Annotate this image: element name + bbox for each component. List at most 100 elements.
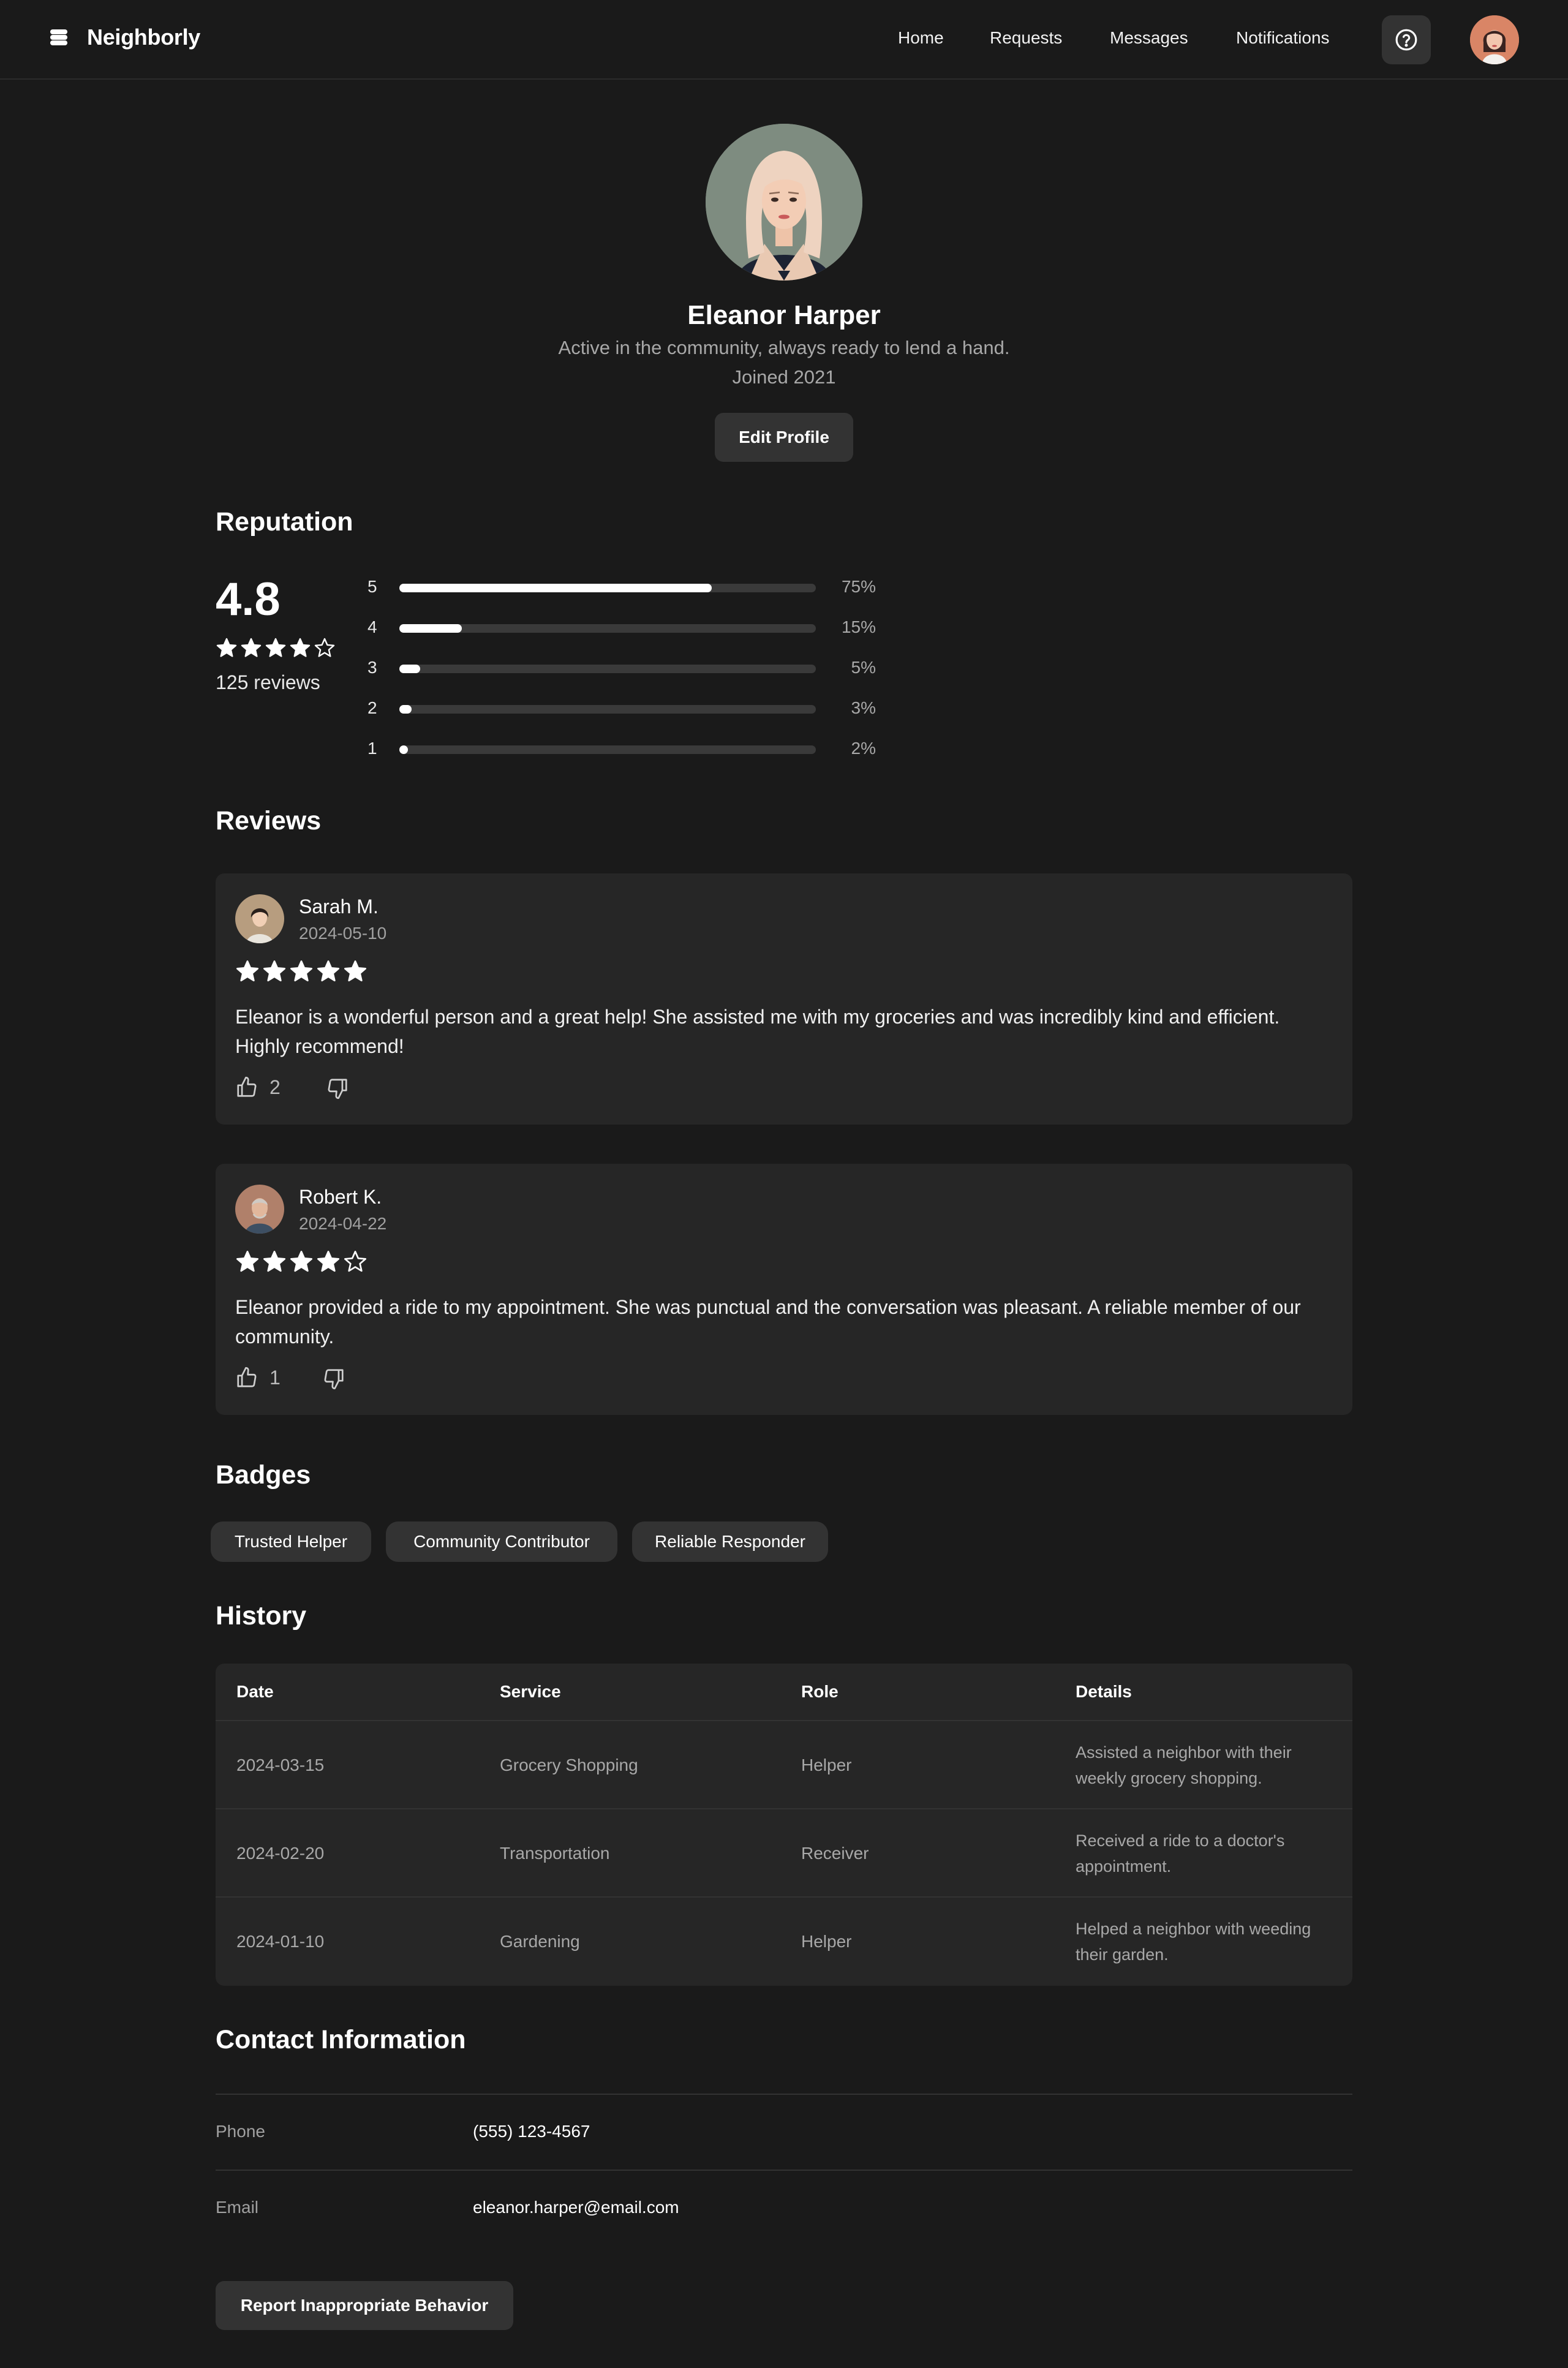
rating-bar-fill [399,584,712,592]
rating-distribution-row: 1 2% [368,739,876,758]
profile-name: Eleanor Harper [687,300,881,330]
rating-bar-track [399,745,816,754]
cell-date: 2024-01-10 [236,1932,325,1951]
review-stars [235,1250,368,1274]
review-text: Eleanor is a wonderful person and a grea… [235,1006,1280,1057]
like-count: 2 [270,1076,281,1098]
cell-service: Transportation [500,1844,610,1863]
table-row: 2024-02-20 Transportation Receiver Recei… [216,1809,1352,1898]
contact-heading: Contact Information [216,2025,466,2054]
reviewer-avatar [235,894,284,943]
cell-service: Grocery Shopping [500,1755,638,1774]
table-row: 2024-01-10 Gardening Helper Helped a nei… [216,1898,1352,1986]
like-button[interactable]: 2 [235,1076,281,1099]
review-stars [235,959,368,984]
cell-role: Helper [801,1932,852,1951]
rating-distribution-row: 3 5% [368,658,876,677]
history-table: Date Service Role Details 2024-03-15 Gro… [216,1664,1352,1986]
column-role: Role [801,1682,839,1701]
star-icon [290,960,312,982]
help-circle-icon [1395,29,1417,51]
rating-bar-track [399,705,816,714]
star-icon [317,960,339,982]
review-card: Robert K. 2024-04-22 Eleanor provided a … [216,1164,1352,1415]
review-date: 2024-05-10 [299,924,387,943]
rating-distribution-row: 2 3% [368,698,876,717]
report-behavior-button[interactable]: Report Inappropriate Behavior [216,2281,513,2330]
badge-reliable-responder: Reliable Responder [632,1521,828,1562]
rating-bar-track [399,584,816,592]
profile-avatar [706,124,862,281]
divider [216,2094,1352,2095]
reviewer-avatar [235,1185,284,1234]
top-navigation-bar: Neighborly Home Requests Messages Notifi… [0,0,1568,80]
user-avatar[interactable] [1470,15,1519,64]
average-rating: 4.8 [216,573,281,625]
cell-role: Receiver [801,1844,869,1863]
stack-icon [49,28,69,47]
average-rating-stars [216,637,336,659]
review-text: Eleanor provided a ride to my appointmen… [235,1296,1301,1348]
column-date: Date [236,1682,274,1701]
badge-community-contributor: Community Contributor [386,1521,617,1562]
star-icon [263,1251,285,1272]
nav-messages[interactable]: Messages [1110,28,1188,48]
nav-notifications[interactable]: Notifications [1236,28,1330,48]
divider [216,2170,1352,2171]
thumbs-down-icon [324,1369,344,1390]
review-date: 2024-04-22 [299,1214,387,1233]
cell-details: Assisted a neighbor with their weekly gr… [1076,1743,1292,1787]
phone-label: Phone [216,2122,265,2141]
star-icon [290,1251,312,1272]
cell-details: Helped a neighbor with weeding their gar… [1076,1920,1311,1964]
rating-star-label: 3 [368,658,377,677]
rating-percent: 5% [851,658,876,677]
like-button[interactable]: 1 [235,1366,281,1389]
cell-role: Helper [801,1755,852,1774]
phone-value[interactable]: (555) 123-4567 [473,2122,590,2141]
rating-bar-fill [399,705,412,714]
app-name: Neighborly [87,25,201,50]
rating-star-label: 4 [368,617,377,636]
thumbs-up-icon [237,1367,257,1387]
dislike-button[interactable] [326,1077,349,1100]
rating-bar-fill [399,665,420,673]
email-value[interactable]: eleanor.harper@email.com [473,2198,679,2217]
brand[interactable]: Neighborly [49,25,200,50]
cell-date: 2024-02-20 [236,1844,325,1863]
cell-details: Received a ride to a doctor's appointmen… [1076,1831,1285,1876]
cell-service: Gardening [500,1932,580,1951]
like-count: 1 [270,1366,281,1389]
rating-star-label: 2 [368,698,377,717]
rating-percent: 15% [841,617,876,636]
badges-heading: Badges [216,1460,311,1490]
email-label: Email [216,2198,259,2217]
column-details: Details [1076,1682,1132,1701]
profile-bio: Active in the community, always ready to… [558,337,1010,358]
table-header: Date Service Role Details [216,1664,1352,1721]
star-icon [314,638,335,657]
rating-percent: 75% [841,577,876,596]
rating-bar-fill [399,624,462,633]
star-icon [236,960,258,982]
star-icon [263,960,285,982]
nav-requests[interactable]: Requests [990,28,1062,48]
dislike-button[interactable] [322,1367,345,1390]
rating-bar-track [399,624,816,633]
review-card: Sarah M. 2024-05-10 Eleanor is a wonderf… [216,873,1352,1125]
history-heading: History [216,1601,307,1631]
star-icon [265,638,286,657]
reviews-heading: Reviews [216,806,322,835]
profile-joined-date: Joined 2021 [732,366,836,388]
nav-home[interactable]: Home [898,28,944,48]
edit-profile-button[interactable]: Edit Profile [715,413,853,462]
cell-date: 2024-03-15 [236,1755,325,1774]
rating-bar-track [399,665,816,673]
star-icon [344,960,366,982]
rating-distribution-row: 4 15% [368,617,876,636]
rating-percent: 2% [851,739,876,758]
thumbs-down-icon [328,1079,347,1099]
column-service: Service [500,1682,561,1701]
rating-bar-fill [399,745,408,754]
help-button[interactable] [1382,15,1431,64]
